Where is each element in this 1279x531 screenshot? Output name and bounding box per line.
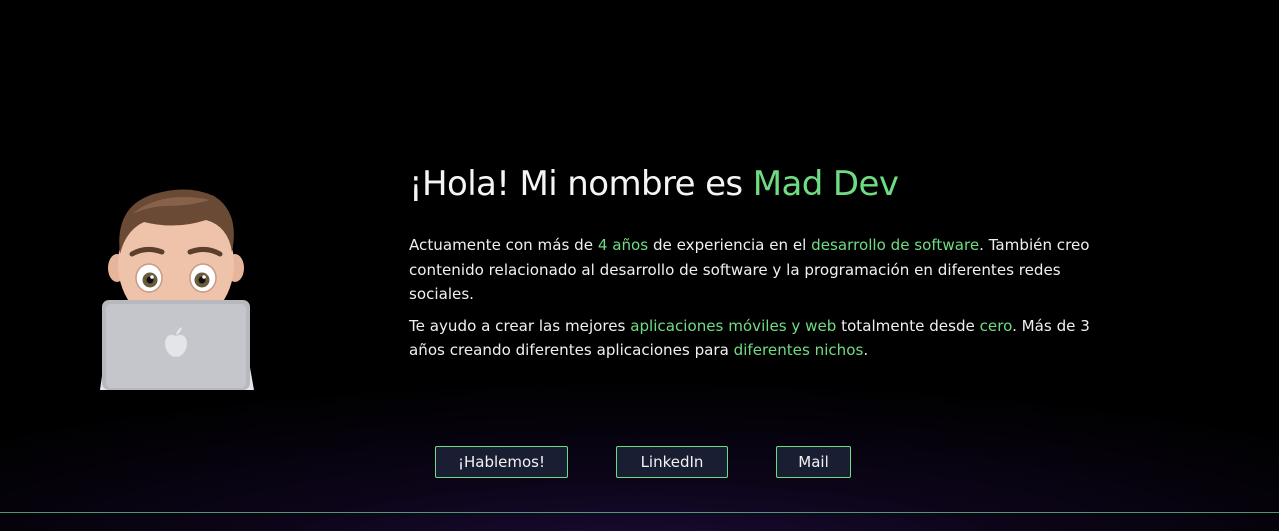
services-highlight-apps: aplicaciones móviles y web xyxy=(630,316,837,335)
linkedin-button[interactable]: LinkedIn xyxy=(616,446,728,478)
hero-section: ¡Hola! Mi nombre es Mad Dev Actuamente c… xyxy=(409,164,1129,363)
hero-title: ¡Hola! Mi nombre es Mad Dev xyxy=(409,164,1129,204)
title-name: Mad Dev xyxy=(752,164,899,204)
intro-text: de experiencia en el xyxy=(648,236,812,254)
services-highlight-niches: diferentes nichos xyxy=(733,341,864,359)
intro-highlight-software: desarrollo de software xyxy=(811,236,980,254)
talk-button[interactable]: ¡Hablemos! xyxy=(435,446,568,478)
services-text: totalmente desde xyxy=(836,316,980,335)
intro-text: Actuamente con más de xyxy=(409,236,598,254)
intro-highlight-years: 4 años xyxy=(597,236,649,254)
portfolio-page: ¡Hola! Mi nombre es Mad Dev Actuamente c… xyxy=(0,0,1279,531)
mail-button[interactable]: Mail xyxy=(776,446,851,478)
services-text: . xyxy=(863,341,869,359)
services-highlight-zero: cero xyxy=(979,316,1013,335)
services-paragraph: Te ayudo a crear las mejores aplicacione… xyxy=(409,314,1129,363)
intro-paragraph: Actuamente con más de 4 años de experien… xyxy=(409,233,1129,307)
title-greeting: ¡Hola! Mi nombre es xyxy=(409,164,753,204)
services-text: Te ayudo a crear las mejores xyxy=(409,316,631,335)
avatar-memoji-icon xyxy=(100,189,254,390)
section-divider xyxy=(0,512,1279,513)
